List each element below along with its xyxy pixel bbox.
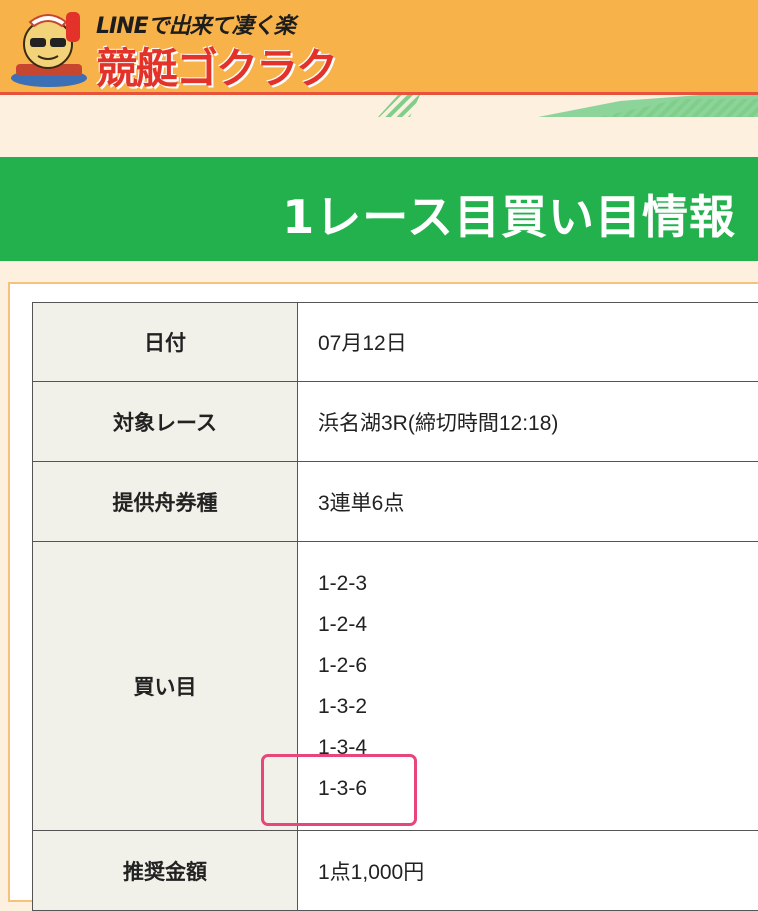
logo-title[interactable]: 競艇ゴクラク xyxy=(96,35,336,96)
race-value: 浜名湖3R(締切時間12:18) xyxy=(298,382,758,462)
ticket-type-value: 3連単6点 xyxy=(298,462,758,542)
site-header: LINEで出来て凄く楽 競艇ゴクラク xyxy=(0,0,758,95)
table-row-picks: 買い目 1-2-3 1-2-4 1-2-6 1-3-2 1-3-4 1-3-6 xyxy=(33,542,758,831)
pick-item: 1-3-6 xyxy=(318,768,758,809)
table-row-ticket-type: 提供舟券種 3連単6点 xyxy=(33,462,758,542)
stripe-decoration-icon xyxy=(0,95,758,117)
pick-item: 1-2-3 xyxy=(318,563,758,604)
pick-item: 1-2-4 xyxy=(318,604,758,645)
amount-value: 1点1,000円 xyxy=(298,831,758,911)
pick-item: 1-2-6 xyxy=(318,645,758,686)
pick-item: 1-3-2 xyxy=(318,686,758,727)
decorative-strip xyxy=(0,95,758,117)
title-band: 1レース目買い目情報 xyxy=(0,157,758,261)
table-row-race: 対象レース 浜名湖3R(締切時間12:18) xyxy=(33,382,758,462)
page-title: 1レース目買い目情報 xyxy=(282,181,736,247)
picks-list: 1-2-3 1-2-4 1-2-6 1-3-2 1-3-4 1-3-6 xyxy=(318,563,758,809)
amount-label: 推奨金額 xyxy=(33,831,298,911)
race-label: 対象レース xyxy=(33,382,298,462)
ticket-type-label: 提供舟券種 xyxy=(33,462,298,542)
date-label: 日付 xyxy=(33,303,298,382)
mascot-logo-icon[interactable] xyxy=(8,6,90,88)
pick-item: 1-3-4 xyxy=(318,727,758,768)
table-row-amount: 推奨金額 1点1,000円 xyxy=(33,831,758,911)
betting-info-table: 日付 07月12日 対象レース 浜名湖3R(締切時間12:18) 提供舟券種 3… xyxy=(32,302,758,911)
date-value: 07月12日 xyxy=(298,303,758,382)
picks-cell: 1-2-3 1-2-4 1-2-6 1-3-2 1-3-4 1-3-6 xyxy=(298,542,758,831)
table-row-date: 日付 07月12日 xyxy=(33,303,758,382)
picks-label: 買い目 xyxy=(33,542,298,831)
